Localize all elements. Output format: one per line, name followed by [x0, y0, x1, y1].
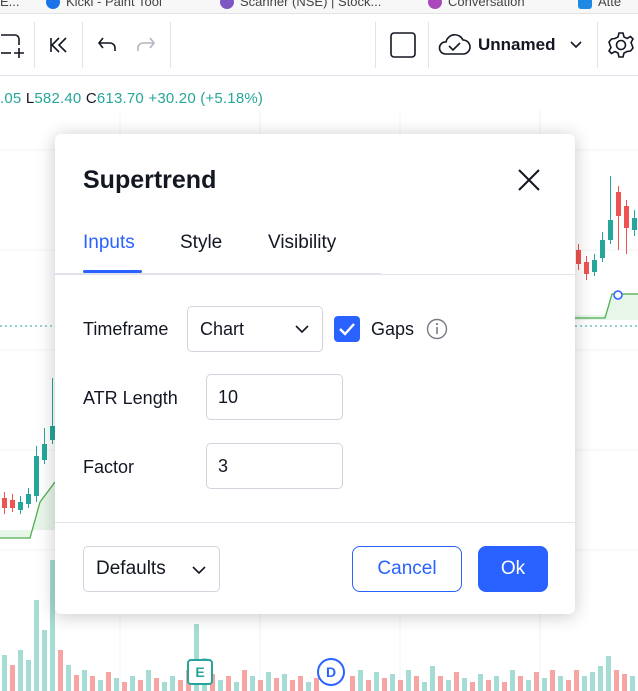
bookmark-favicon-icon — [428, 0, 442, 9]
ok-button[interactable]: Ok — [478, 546, 548, 592]
undo-button[interactable] — [92, 14, 122, 76]
checkmark-icon — [339, 323, 355, 336]
low-value: 582.40 — [34, 90, 82, 107]
timeframe-value: Chart — [200, 318, 245, 339]
cloud-check-icon — [438, 34, 471, 55]
gear-icon — [608, 32, 634, 58]
close-value: 613.70 — [96, 90, 144, 107]
bookmark-item[interactable]: E... — [0, 0, 20, 9]
add-alert-icon — [1, 34, 24, 58]
square-icon — [390, 32, 416, 58]
settings-button[interactable] — [604, 14, 638, 76]
chevron-down-icon — [192, 566, 206, 575]
chart-toolbar: Unnamed — [0, 14, 638, 76]
close-key: C — [85, 90, 97, 107]
earnings-marker[interactable]: E — [187, 659, 213, 685]
open-value: .05 — [0, 90, 22, 107]
defaults-label: Defaults — [96, 558, 166, 579]
tab-style[interactable]: Style — [180, 232, 222, 254]
footer-divider — [55, 522, 575, 523]
bookmark-item[interactable]: Scanner (NSE) | Stock... — [220, 0, 381, 9]
gaps-checkbox[interactable] — [334, 316, 360, 342]
layout-name-button[interactable]: Unnamed — [436, 14, 592, 76]
atr-length-label: ATR Length — [83, 388, 178, 408]
chevron-down-icon — [295, 325, 309, 334]
atr-length-input[interactable] — [206, 374, 343, 420]
bookmark-item[interactable]: Conversation — [428, 0, 525, 9]
replay-button[interactable] — [42, 14, 76, 76]
cancel-button[interactable]: Cancel — [352, 546, 462, 592]
timeframe-label: Timeframe — [83, 319, 169, 339]
chevron-down-icon — [570, 41, 583, 49]
tabs-divider — [55, 274, 575, 275]
active-tab-indicator — [83, 270, 142, 273]
change-value: +30.20 (+5.18%) — [148, 90, 264, 107]
redo-icon — [137, 37, 156, 51]
bookmark-item[interactable]: Atte — [578, 0, 621, 9]
bookmark-favicon-icon — [46, 0, 60, 9]
dividend-marker[interactable]: D — [317, 658, 345, 686]
rewind-icon — [50, 37, 67, 53]
bookmarks-bar: E... Kicki - Paint Tool Scanner (NSE) | … — [0, 0, 638, 14]
info-icon[interactable] — [426, 318, 448, 340]
dialog-tabs: Inputs Style Visibility — [55, 224, 381, 274]
candle — [576, 176, 637, 280]
close-icon — [518, 169, 540, 191]
undo-icon — [97, 37, 116, 51]
bookmark-favicon-icon — [220, 0, 234, 9]
ohlc-legend: .05 L582.40 C613.70 +30.20 (+5.18%) — [0, 90, 263, 107]
defaults-dropdown-button[interactable]: Defaults — [83, 546, 220, 592]
gaps-label[interactable]: Gaps — [371, 319, 414, 340]
supertrend-settings-dialog: Supertrend Inputs Style Visibility Timef… — [55, 134, 575, 614]
fullscreen-button[interactable] — [384, 14, 422, 76]
factor-input[interactable] — [206, 443, 343, 489]
add-alert-button[interactable] — [0, 14, 28, 76]
factor-label: Factor — [83, 457, 135, 477]
layout-name: Unnamed — [478, 35, 556, 54]
dialog-title: Supertrend — [83, 166, 217, 194]
timeframe-select[interactable]: Chart — [187, 306, 323, 352]
bookmark-favicon-icon — [578, 0, 592, 9]
close-button[interactable] — [513, 164, 545, 196]
bookmark-item[interactable]: Kicki - Paint Tool — [46, 0, 162, 9]
tab-visibility[interactable]: Visibility — [268, 232, 336, 254]
redo-button[interactable] — [131, 14, 161, 76]
tab-inputs[interactable]: Inputs — [83, 232, 135, 254]
